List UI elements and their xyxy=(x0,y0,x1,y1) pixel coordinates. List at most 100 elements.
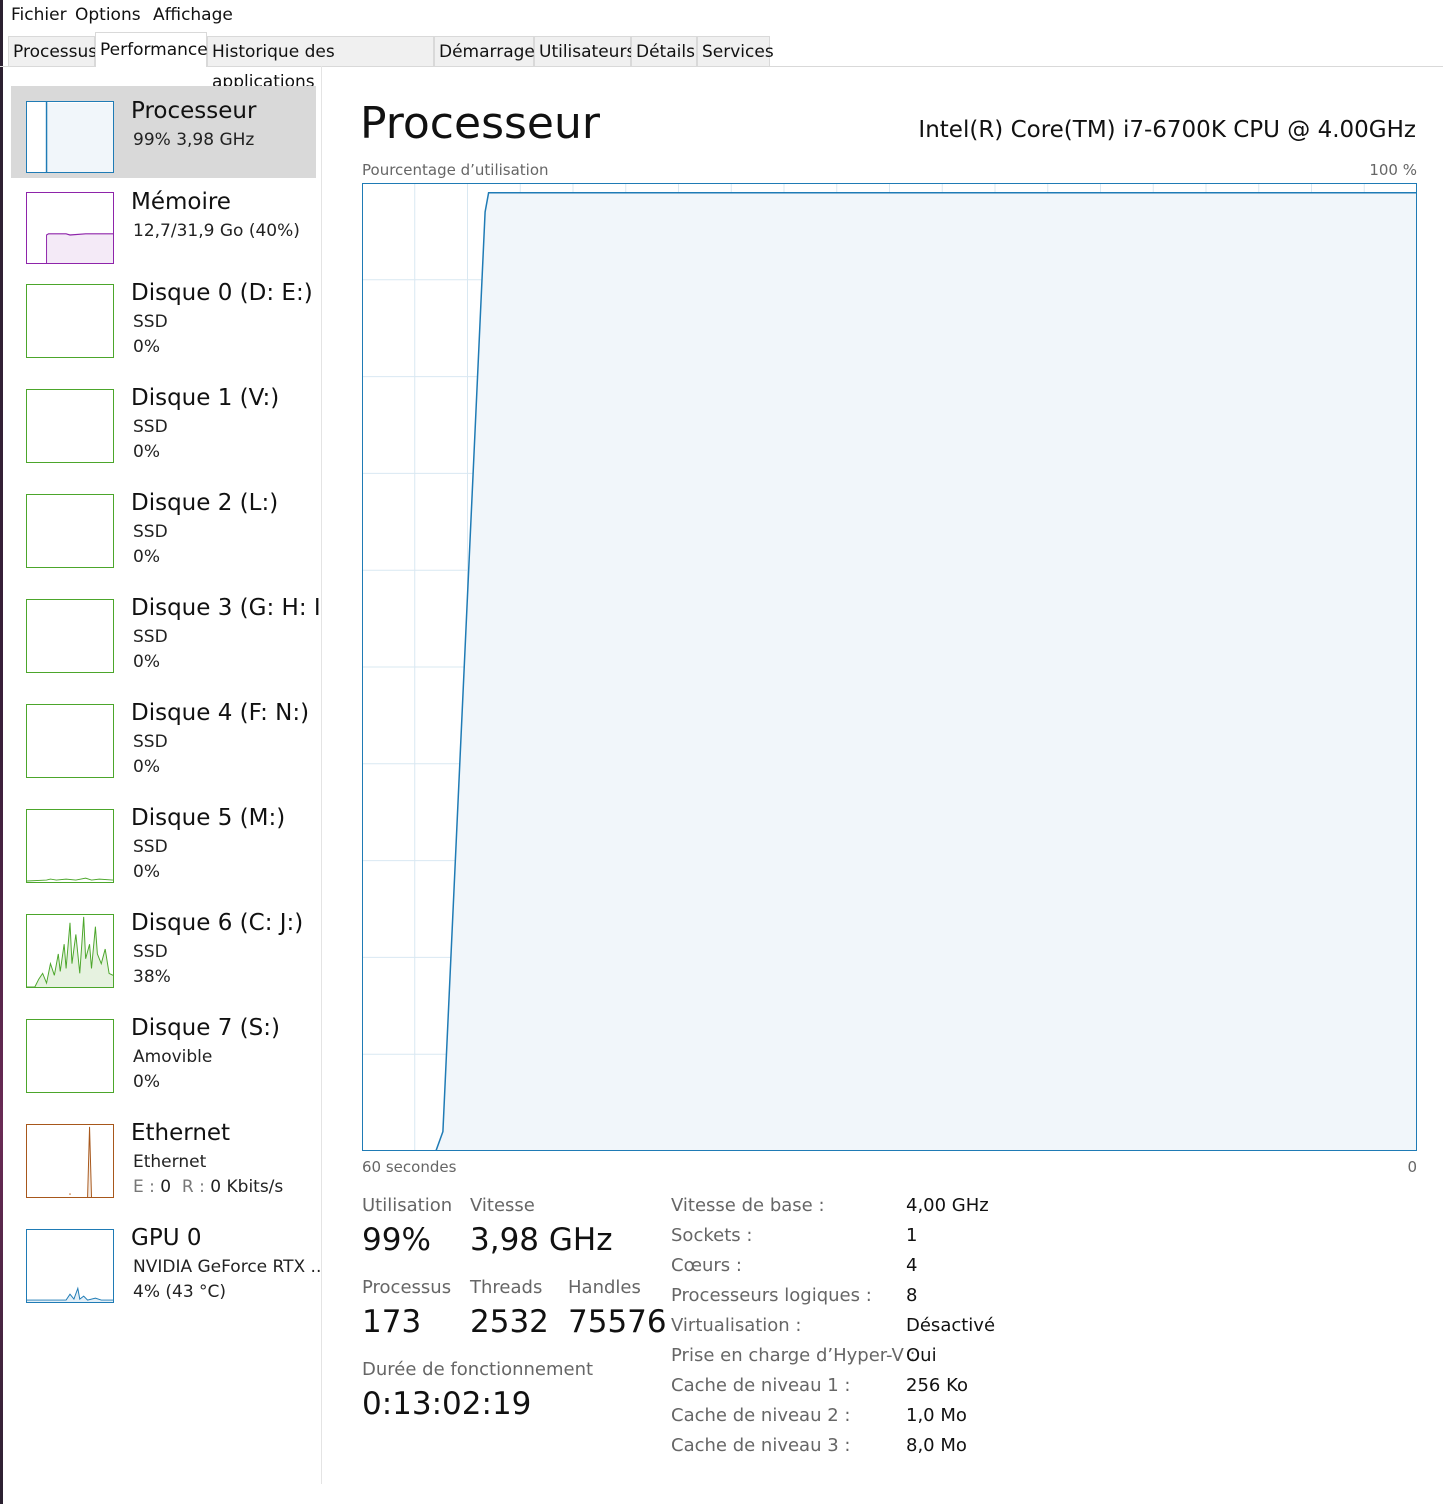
utilisation-value: 99% xyxy=(362,1222,431,1258)
memory-thumbnail xyxy=(26,192,114,264)
sidebar-item-value: 0% xyxy=(133,652,160,672)
disk-thumbnail xyxy=(26,809,114,883)
sidebar-item-value: 12,7/31,9 Go (40%) xyxy=(133,221,300,241)
sidebar-item-type: SSD xyxy=(133,522,168,542)
tab-services[interactable]: Services xyxy=(697,36,774,66)
sidebar-item-disque-6[interactable]: Disque 6 (C: J:) SSD 38% xyxy=(11,896,316,988)
chart-x-label-right: 0 xyxy=(1407,1158,1417,1176)
detail-value: 1,0 Mo xyxy=(906,1405,967,1426)
detail-value: 8,0 Mo xyxy=(906,1435,967,1456)
sidebar-item-title: Processeur xyxy=(131,98,257,124)
sidebar-item-title: Disque 6 (C: J:) xyxy=(131,910,304,936)
sidebar-item-type: SSD xyxy=(133,312,168,332)
sidebar-item-disque-2[interactable]: Disque 2 (L:) SSD 0% xyxy=(11,476,316,568)
cpu-usage-chart xyxy=(362,183,1417,1151)
detail-value: 8 xyxy=(906,1285,918,1306)
sidebar-item-title: Ethernet xyxy=(131,1120,231,1146)
detail-key: Sockets : xyxy=(671,1225,753,1246)
sidebar-item-type: Amovible xyxy=(133,1047,213,1067)
sidebar-item-throughput: E : 0 R : 0 Kbits/s xyxy=(133,1177,283,1197)
chart-y-label: Pourcentage d’utilisation xyxy=(362,161,549,179)
sidebar-item-title: Disque 5 (M:) xyxy=(131,805,286,831)
detail-key: Processeurs logiques : xyxy=(671,1285,872,1306)
tab-bar: Processus Performance Historique des app… xyxy=(0,30,1443,92)
tab-demarrage[interactable]: Démarrage xyxy=(434,36,535,66)
handles-value: 75576 xyxy=(568,1304,667,1340)
sidebar-item-value: 0% xyxy=(133,442,160,462)
send-label: E : xyxy=(133,1177,155,1197)
uptime-value: 0:13:02:19 xyxy=(362,1386,532,1422)
sidebar-item-disque-5[interactable]: Disque 5 (M:) SSD 0% xyxy=(11,791,316,883)
sidebar-divider xyxy=(321,66,322,1484)
sidebar-item-value: 99% 3,98 GHz xyxy=(133,130,255,150)
processus-value: 173 xyxy=(362,1304,422,1340)
uptime-label: Durée de fonctionnement xyxy=(362,1359,594,1380)
detail-key: Prise en charge d’Hyper-V : xyxy=(671,1345,916,1366)
sidebar-item-value: 0% xyxy=(133,757,160,777)
disk-thumbnail xyxy=(26,599,114,673)
sidebar-item-gpu-0[interactable]: GPU 0 NVIDIA GeForce RTX ... 4% (43 °C) xyxy=(11,1211,322,1303)
receive-value: 0 Kbits/s xyxy=(210,1177,284,1197)
sidebar-item-title: GPU 0 xyxy=(131,1225,202,1251)
tab-processus[interactable]: Processus xyxy=(8,36,97,66)
tab-details[interactable]: Détails xyxy=(631,36,697,66)
send-value: 0 xyxy=(160,1177,172,1197)
sidebar-item-type: SSD xyxy=(133,942,168,962)
sidebar-item-value: 0% xyxy=(133,547,160,567)
tab-performance[interactable]: Performance xyxy=(95,32,208,67)
sidebar-item-disque-4[interactable]: Disque 4 (F: N:) SSD 0% xyxy=(11,686,316,778)
vitesse-value: 3,98 GHz xyxy=(470,1222,613,1258)
disk-activity-thumbnail xyxy=(26,914,114,988)
detail-value: 4 xyxy=(906,1255,918,1276)
detail-value: 1 xyxy=(906,1225,918,1246)
detail-value: Oui xyxy=(906,1345,937,1366)
sidebar-item-disque-7[interactable]: Disque 7 (S:) Amovible 0% xyxy=(11,1001,316,1093)
detail-value: 4,00 GHz xyxy=(906,1195,989,1216)
resource-sidebar: Processeur 99% 3,98 GHz Mémoire 12,7/31,… xyxy=(0,66,322,1486)
cpu-model-name: Intel(R) Core(TM) i7-6700K CPU @ 4.00GHz xyxy=(918,117,1416,143)
menu-bar: Fichier Options Affichage xyxy=(0,0,1443,30)
threads-label: Threads xyxy=(470,1277,543,1298)
sidebar-item-value: 38% xyxy=(133,967,171,987)
sidebar-item-title: Disque 2 (L:) xyxy=(131,490,279,516)
utilisation-label: Utilisation xyxy=(362,1195,453,1216)
vitesse-label: Vitesse xyxy=(470,1195,535,1216)
tab-historique[interactable]: Historique des applications xyxy=(207,36,434,92)
sidebar-item-memoire[interactable]: Mémoire 12,7/31,9 Go (40%) xyxy=(11,176,316,268)
sidebar-item-type: SSD xyxy=(133,627,168,647)
sidebar-item-processeur[interactable]: Processeur 99% 3,98 GHz xyxy=(11,86,316,178)
chart-x-label-left: 60 secondes xyxy=(362,1158,457,1176)
sidebar-item-type: NVIDIA GeForce RTX ... xyxy=(133,1257,322,1277)
detail-key: Cœurs : xyxy=(671,1255,742,1276)
sidebar-item-title: Disque 7 (S:) xyxy=(131,1015,280,1041)
detail-key: Cache de niveau 1 : xyxy=(671,1375,851,1396)
sidebar-item-type: Ethernet xyxy=(133,1152,207,1172)
sidebar-item-value: 0% xyxy=(133,862,160,882)
cpu-thumbnail xyxy=(26,101,114,173)
sidebar-item-ethernet[interactable]: Ethernet Ethernet E : 0 R : 0 Kbits/s xyxy=(11,1106,316,1198)
sidebar-item-title: Disque 1 (V:) xyxy=(131,385,280,411)
menu-options[interactable]: Options xyxy=(75,5,141,25)
detail-value: 256 Ko xyxy=(906,1375,968,1396)
sidebar-item-title: Mémoire xyxy=(131,189,231,215)
detail-key: Vitesse de base : xyxy=(671,1195,825,1216)
processus-label: Processus xyxy=(362,1277,452,1298)
tab-utilisateurs[interactable]: Utilisateurs xyxy=(534,36,635,66)
disk-thumbnail xyxy=(26,389,114,463)
detail-value: Désactivé xyxy=(906,1315,996,1336)
sidebar-item-disque-1[interactable]: Disque 1 (V:) SSD 0% xyxy=(11,371,316,463)
menu-affichage[interactable]: Affichage xyxy=(153,5,233,25)
page-title: Processeur xyxy=(360,98,600,149)
disk-thumbnail xyxy=(26,494,114,568)
sidebar-item-title: Disque 3 (G: H: I: K xyxy=(131,595,322,621)
sidebar-item-disque-3[interactable]: Disque 3 (G: H: I: K SSD 0% xyxy=(11,581,322,673)
sidebar-item-disque-0[interactable]: Disque 0 (D: E:) SSD 0% xyxy=(11,266,316,358)
gpu-thumbnail xyxy=(26,1229,114,1303)
menu-fichier[interactable]: Fichier xyxy=(11,5,67,25)
chart-y-max-label: 100 % xyxy=(1369,161,1417,179)
disk-thumbnail xyxy=(26,284,114,358)
sidebar-item-title: Disque 4 (F: N:) xyxy=(131,700,310,726)
receive-label: R : xyxy=(181,1177,205,1197)
handles-label: Handles xyxy=(568,1277,641,1298)
sidebar-item-type: SSD xyxy=(133,837,168,857)
